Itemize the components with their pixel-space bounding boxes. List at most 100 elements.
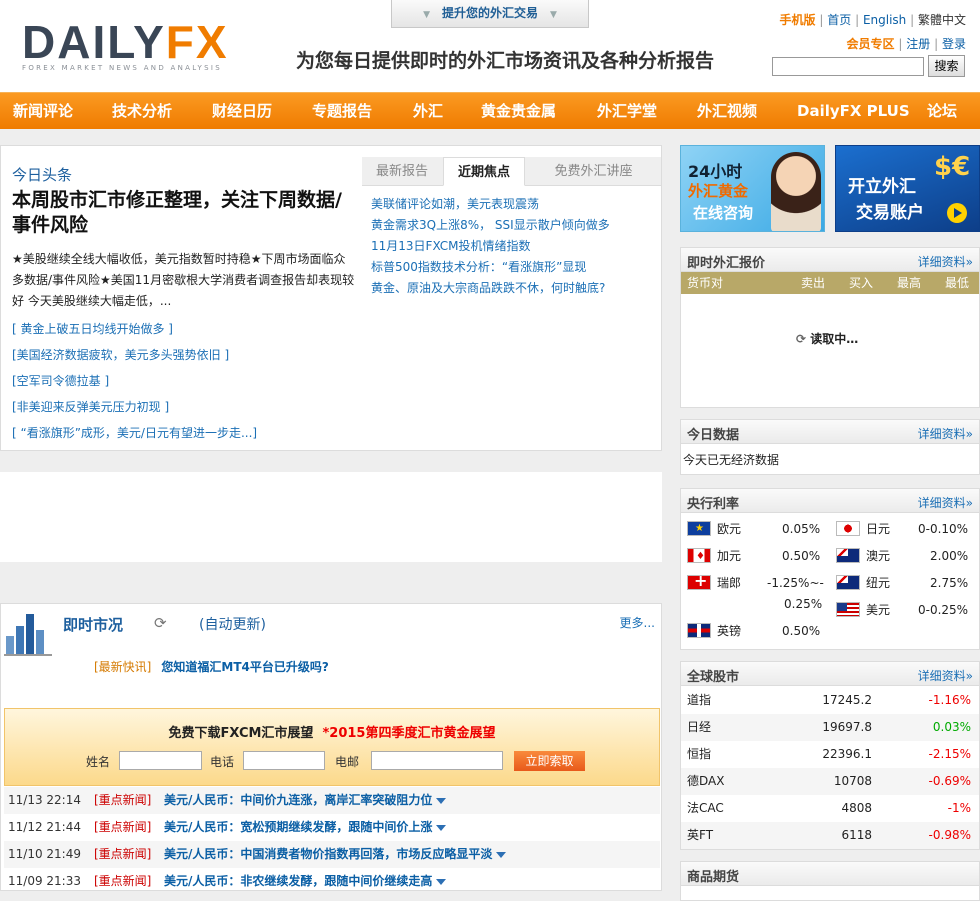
news-row[interactable]: 11/10 21:49 [重点新闻] 美元/人民币：中国消费者物价指数再回落，市场反…	[4, 841, 660, 868]
today-more[interactable]: 详细资料»	[918, 425, 973, 442]
news-title[interactable]: 美元/人民币：宽松预期继续发酵，跟随中间价上涨	[164, 814, 446, 841]
loading-indicator: ⟳ 读取中…	[796, 330, 858, 347]
auto-update-label: (自动更新)	[199, 617, 266, 633]
news-row[interactable]: 11/12 21:44 [重点新闻] 美元/人民币：宽松预期继续发酵，跟随中间价上涨	[4, 814, 660, 841]
nav-technical[interactable]: 技术分析	[112, 93, 172, 129]
focus-link[interactable]: 黄金、原油及大宗商品跌跌不休，何时触底?	[371, 279, 605, 296]
rate-name: 纽元	[866, 576, 891, 590]
stock-name: 德DAX	[687, 774, 725, 788]
dailyfx-logo[interactable]: DAILYFX FOREX MARKET NEWS AND ANALYSIS	[22, 18, 272, 74]
nav-forex[interactable]: 外汇	[413, 93, 443, 129]
commodities-title: 商品期货	[687, 870, 740, 885]
nav-school[interactable]: 外汇学堂	[597, 93, 657, 129]
mobile-link[interactable]: 手机版	[780, 13, 816, 27]
headline-link[interactable]: [空军司令德拉基 ]	[12, 372, 109, 389]
rate-row: 澳元 2.00%	[836, 546, 976, 566]
us-flag-icon	[836, 602, 860, 617]
stock-value: 17245.2	[822, 693, 872, 707]
stocks-more[interactable]: 详细资料»	[918, 667, 973, 684]
news-title[interactable]: 美元/人民币：中国消费者物价指数再回落，市场反应略显平淡	[164, 841, 506, 868]
open-account-banner[interactable]: $€ 开立外汇 交易账户	[835, 145, 980, 232]
news-date: 11/13 22:14	[8, 793, 81, 807]
focus-link[interactable]: 美联储评论如潮，美元表现震荡	[371, 195, 539, 212]
traditional-chinese-link[interactable]: 繁體中文	[918, 13, 966, 27]
focus-link[interactable]: 标普500指数技术分析：“看涨旗形”显现	[371, 258, 586, 275]
logo-fx: FX	[165, 16, 229, 68]
online-consult-banner[interactable]: 24小时 外汇黄金 在线咨询	[680, 145, 825, 232]
refresh-icon[interactable]: ⟳	[154, 614, 167, 632]
banner2-line1: 开立外汇	[848, 177, 916, 197]
rates-title: 央行利率	[687, 497, 740, 512]
agent-photo	[771, 152, 821, 231]
nav-plus[interactable]: DailyFX PLUS	[797, 93, 910, 129]
nav-gold[interactable]: 黄金贵金属	[481, 93, 556, 129]
rate-row: 纽元 2.75%	[836, 573, 976, 593]
ch-flag-icon	[687, 571, 711, 591]
nav-forum[interactable]: 论坛	[927, 93, 957, 129]
rate-row: 加元 0.50%	[687, 546, 827, 567]
global-stocks-panel: 全球股市 详细资料» 道指 17245.2 -1.16% 日经 19697.8 0.03%…	[680, 661, 980, 850]
nav-news[interactable]: 新闻评论	[13, 93, 73, 129]
rate-row: 美元 0-0.25%	[836, 600, 976, 620]
rate-value: 0-0.10%	[918, 522, 969, 536]
tab-recent-focus[interactable]: 近期焦点	[443, 157, 525, 186]
nav-video[interactable]: 外汇视频	[697, 93, 757, 129]
search-button[interactable]: 搜索	[928, 55, 965, 77]
nav-calendar[interactable]: 财经日历	[212, 93, 272, 129]
rate-name: 瑞郎	[717, 576, 742, 590]
news-tag: [重点新闻]	[94, 793, 152, 807]
loading-text: 读取中…	[810, 332, 859, 346]
tab-free-lectures[interactable]: 免费外汇讲座	[526, 157, 661, 186]
stock-change: -2.15%	[928, 747, 971, 761]
flash-news: [最新快讯] 您知道福汇MT4平台已升级吗?	[94, 658, 329, 675]
spinner-icon: ⟳	[796, 332, 807, 346]
tab-latest-reports[interactable]: 最新报告	[362, 157, 442, 186]
home-link[interactable]: 首页	[827, 13, 851, 27]
phone-field[interactable]	[243, 751, 325, 770]
nav-reports[interactable]: 专题报告	[312, 93, 372, 129]
headline-link[interactable]: [非美迎来反弹美元压力初现 ]	[12, 398, 169, 415]
market-more-link[interactable]: 更多...	[620, 614, 655, 631]
stock-row: 恒指 22396.1 -2.15%	[681, 741, 979, 768]
headline-link[interactable]: [ 黄金上破五日均线开始做多 ]	[12, 320, 173, 337]
rate-value: 0.50%	[782, 549, 821, 563]
stock-value: 4808	[841, 801, 872, 815]
focus-link[interactable]: 黄金需求3Q上涨8%， SSI显示散户倾向做多	[371, 216, 610, 233]
stock-change: -0.69%	[928, 774, 971, 788]
headline-description: ★美股继续全线大幅收低，美元指数暂时持稳★下周市场面临众多数据/事件风险★美国1…	[12, 252, 355, 308]
name-field[interactable]	[119, 751, 202, 770]
rate-value: -1.25%~-	[767, 576, 824, 590]
headline-link[interactable]: [ “看涨旗形”成形，美元/日元有望进一步走...]	[12, 424, 257, 441]
site-slogan: 为您每日提供即时的外汇市场资讯及各种分析报告	[296, 50, 715, 72]
request-button[interactable]: 立即索取	[514, 751, 585, 771]
fx-quotes-more[interactable]: 详细资料»	[918, 253, 973, 270]
col-high: 最高	[897, 276, 922, 290]
arrow-down-icon: ▼	[423, 10, 430, 20]
member-links: 会员专区 | 注册 | 登录	[846, 37, 966, 51]
stock-row: 法CAC 4808 -1%	[681, 795, 979, 822]
jp-flag-icon	[836, 521, 860, 536]
login-link[interactable]: 登录	[942, 37, 966, 51]
flash-headline[interactable]: 您知道福汇MT4平台已升级吗?	[161, 660, 328, 674]
rate-name: 日元	[866, 522, 891, 536]
logo-subtitle: FOREX MARKET NEWS AND ANALYSIS	[22, 64, 222, 72]
stock-value: 22396.1	[822, 747, 872, 761]
headline-title[interactable]: 本周股市汇市修正整理，关注下周数据/事件风险	[12, 188, 352, 238]
search-input[interactable]	[772, 57, 924, 76]
rates-more[interactable]: 详细资料»	[918, 494, 973, 511]
headline-link[interactable]: [美国经济数据疲软，美元多头强势依旧 ]	[12, 346, 229, 363]
member-zone-link[interactable]: 会员专区	[847, 37, 895, 51]
email-field[interactable]	[371, 751, 503, 770]
stock-name: 恒指	[687, 747, 712, 761]
news-title[interactable]: 美元/人民币：中间价九连涨，离岸汇率突破阻力位	[164, 787, 446, 814]
register-link[interactable]: 注册	[906, 37, 930, 51]
banner1-line3: 在线咨询	[693, 204, 754, 222]
news-row[interactable]: 11/13 22:14 [重点新闻] 美元/人民币：中间价九连涨，离岸汇率突破阻力位	[4, 787, 660, 814]
improve-trading-dropdown[interactable]: ▼ 提升您的外汇交易 ▼	[391, 0, 589, 28]
rate-name: 美元	[866, 603, 891, 617]
stock-value: 10708	[833, 774, 872, 788]
focus-link[interactable]: 11月13日FXCM投机情绪指数	[371, 237, 531, 254]
english-link[interactable]: English	[863, 13, 906, 27]
news-tag: [重点新闻]	[94, 820, 152, 834]
rate-row-cont: 0.25%	[687, 594, 827, 614]
